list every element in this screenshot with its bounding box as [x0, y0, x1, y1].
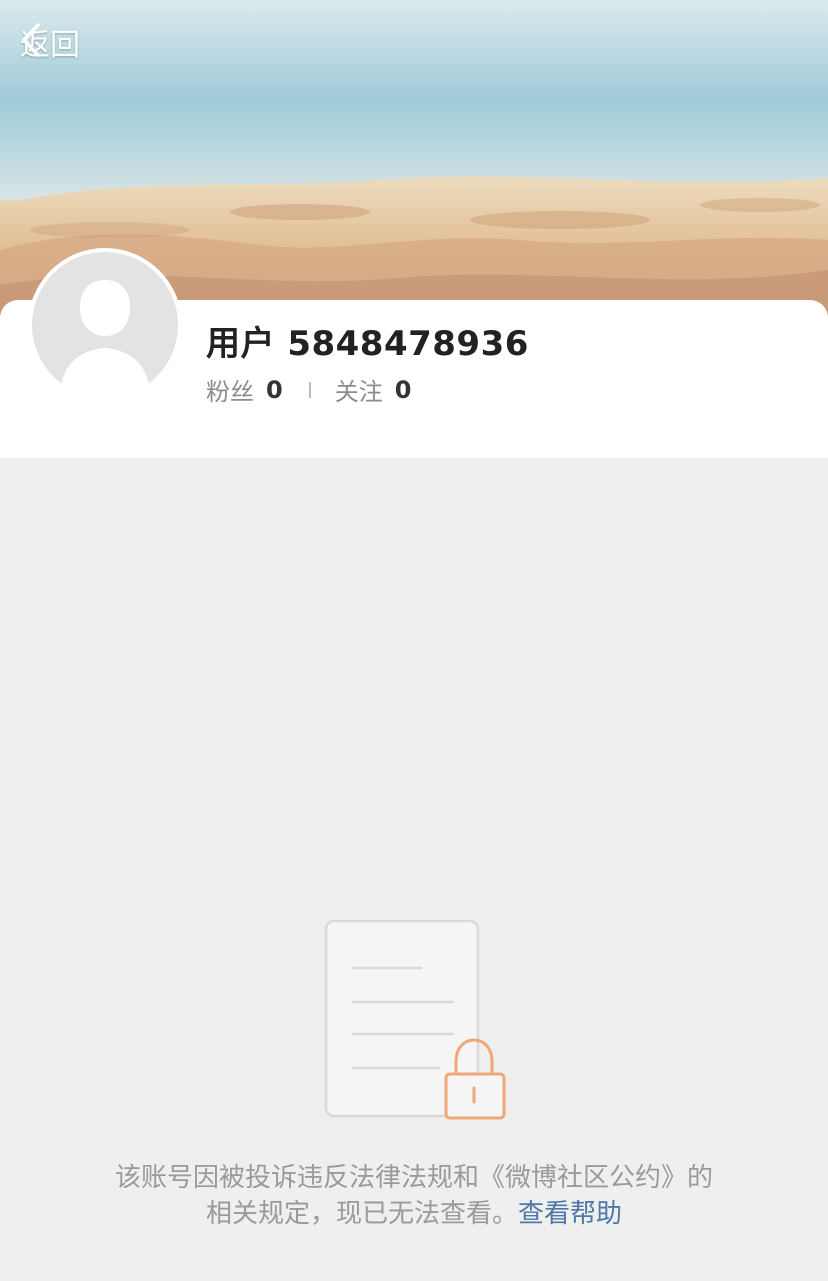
- followers-stat[interactable]: 粉丝 0: [206, 372, 283, 407]
- avatar[interactable]: [28, 248, 182, 402]
- following-label: 关注: [334, 378, 383, 406]
- notice-line-2-text: 相关规定，现已无法查看。: [205, 1199, 518, 1229]
- chevron-left-icon: [22, 23, 40, 57]
- default-avatar-icon: [60, 280, 150, 398]
- back-button[interactable]: 返回: [20, 22, 80, 63]
- view-help-link[interactable]: 查看帮助: [518, 1199, 622, 1229]
- followers-count: 0: [266, 375, 283, 404]
- account-suspended-notice: 该账号因被投诉违反法律法规和《微博社区公约》的 相关规定，现已无法查看。查看帮助: [0, 1160, 828, 1232]
- following-stat[interactable]: 关注 0: [335, 372, 412, 407]
- profile-stats: 粉丝 0 关注 0: [206, 372, 411, 407]
- followers-label: 粉丝: [206, 378, 254, 406]
- notice-line-2: 相关规定，现已无法查看。查看帮助: [0, 1196, 828, 1232]
- profile-name: 用户 5848478936: [206, 324, 529, 364]
- following-count: 0: [394, 375, 412, 404]
- notice-line-1: 该账号因被投诉违反法律法规和《微博社区公约》的: [114, 1163, 713, 1193]
- stats-divider: [308, 381, 311, 398]
- locked-document-icon: [324, 919, 506, 1120]
